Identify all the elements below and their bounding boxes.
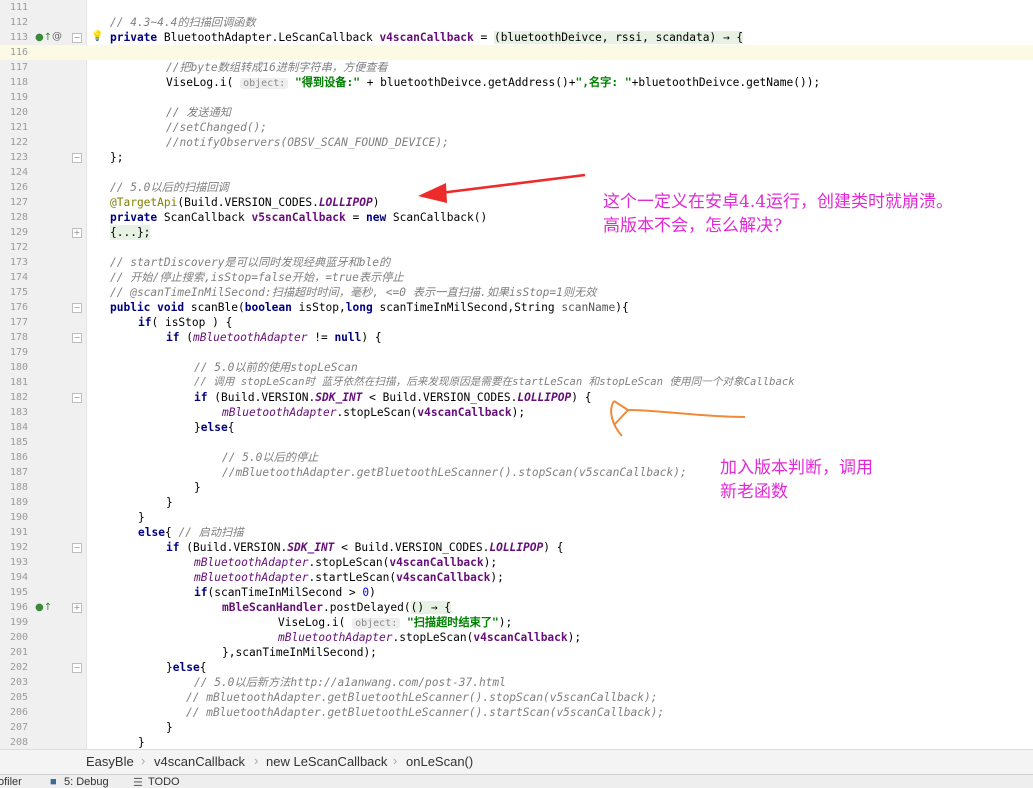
debug-icon: ■ [50, 776, 57, 788]
tool-window-profiler[interactable]: ofiler [0, 776, 22, 788]
code-editor[interactable]: 111 112 // 4.3~4.4的扫描回调函数 113 ●↑ @ 💡 pri… [0, 0, 1033, 749]
annotation-note1-line1: 这个一定义在安卓4.4运行，创建类时就崩溃。 [603, 192, 954, 212]
breadcrumb: EasyBle › v4scanCallback › new LeScanCal… [0, 749, 1033, 774]
chevron-right-icon: › [141, 753, 146, 768]
chevron-right-icon: › [393, 753, 398, 768]
orange-arrow-head [610, 400, 629, 437]
annotation-note2-line2: 新老函数 [720, 482, 788, 502]
red-arrow-shaft [439, 173, 586, 195]
breadcrumb-item-anonymous-class[interactable]: new LeScanCallback [266, 754, 387, 769]
annotation-note1-line2: 高版本不会，怎么解决? [603, 216, 783, 236]
breadcrumb-item-class[interactable]: EasyBle [86, 754, 134, 769]
breadcrumb-item-field[interactable]: v4scanCallback [154, 754, 245, 769]
breadcrumb-item-method[interactable]: onLeScan() [406, 754, 473, 769]
red-arrow-head [418, 183, 447, 203]
chevron-right-icon: › [254, 753, 259, 768]
tool-window-todo[interactable]: TODO [148, 776, 180, 788]
annotation-arrows [418, 173, 746, 437]
orange-arrow-shaft [627, 409, 746, 418]
todo-icon: ☰ [133, 777, 143, 788]
annotation-note2-line1: 加入版本判断，调用 [720, 458, 873, 478]
tool-window-bar: ofiler ■ 5: Debug ☰ TODO [0, 774, 1033, 788]
tool-window-debug[interactable]: 5: Debug [64, 776, 109, 788]
